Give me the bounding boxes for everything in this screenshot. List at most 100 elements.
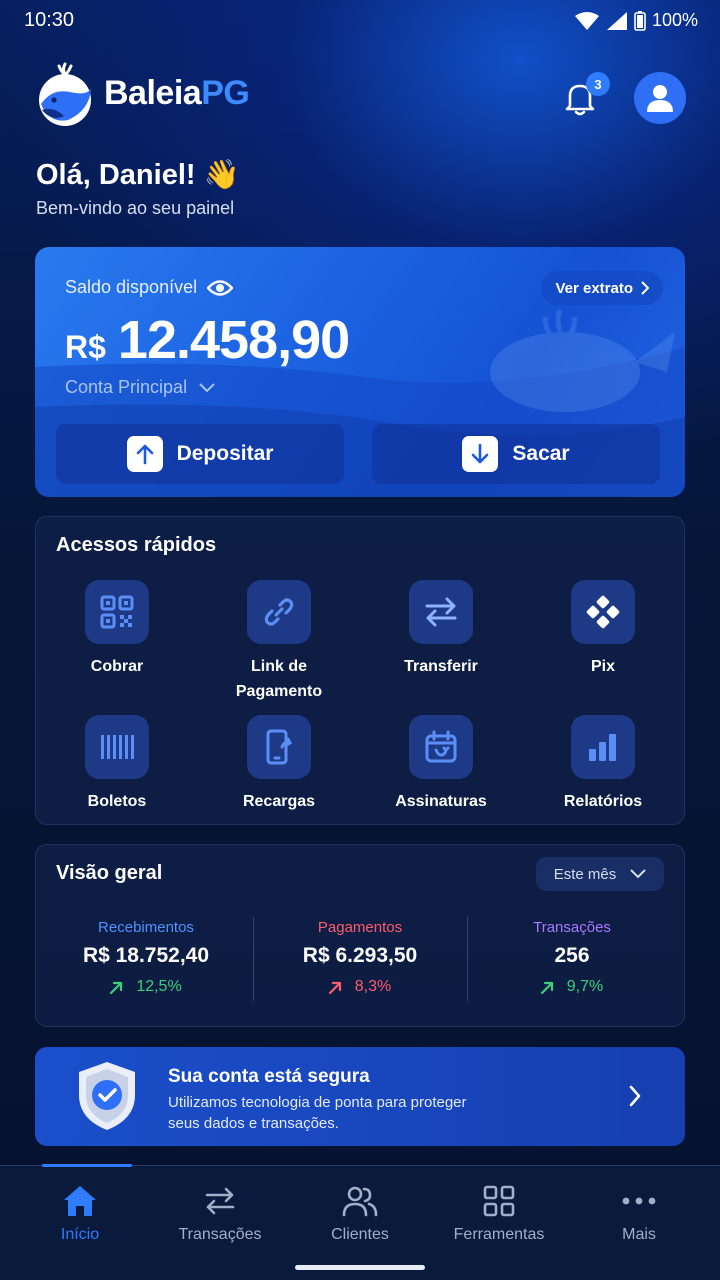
stat-recebimentos: Recebimentos R$ 18.752,40 12,5% (38, 919, 254, 996)
whale-logo-icon (39, 62, 91, 126)
stat-title: Transações (533, 919, 611, 936)
account-name: Conta Principal (65, 377, 188, 397)
quick-action-label: Boletos (87, 793, 147, 810)
security-description: Utilizamos tecnologia de ponta para prot… (168, 1094, 467, 1132)
nav-label: Transações (178, 1226, 262, 1243)
phone-recharge-icon (247, 715, 311, 779)
greeting: Olá, Daniel! 👋 Bem-vindo ao seu painel (36, 158, 240, 219)
nav-label: Ferramentas (453, 1226, 545, 1243)
stat-value: R$ 18.752,40 (82, 944, 210, 967)
nav-label: Mais (622, 1226, 656, 1243)
stat-delta-value: 9,7% (566, 978, 604, 995)
brand-logo[interactable]: BaleiaPG (34, 60, 250, 126)
stat-value: 256 (554, 944, 590, 967)
quick-action-link-pagamento[interactable]: Link de Pagamento (204, 580, 354, 704)
quick-action-cobrar[interactable]: Cobrar (42, 580, 192, 679)
link-icon (247, 580, 311, 644)
nav-label: Clientes (331, 1226, 389, 1243)
stat-delta: 9,7% (464, 978, 680, 996)
statement-button-label: Ver extrato (555, 279, 633, 297)
trend-up-icon (540, 981, 553, 994)
quick-action-transferir[interactable]: Transferir (366, 580, 516, 679)
balance-label-row: Saldo disponível (65, 277, 234, 298)
users-icon (342, 1186, 378, 1217)
quick-action-label: Pix (590, 658, 615, 675)
security-title: Sua conta está segura (168, 1066, 370, 1087)
deposit-label: Depositar (176, 442, 274, 465)
quick-action-boletos[interactable]: Boletos (42, 715, 192, 814)
home-indicator[interactable] (295, 1265, 425, 1270)
grid-icon (483, 1185, 515, 1217)
stat-value: R$ 6.293,50 (302, 944, 418, 967)
eye-icon[interactable] (207, 279, 234, 297)
wifi-icon (574, 11, 599, 30)
nav-label: Início (60, 1226, 100, 1243)
greeting-subtitle: Bem-vindo ao seu painel (36, 198, 235, 218)
swap-icon (205, 1187, 235, 1215)
transfer-icon (409, 580, 473, 644)
stat-pagamentos: Pagamentos R$ 6.293,50 8,3% (252, 919, 468, 996)
avatar[interactable] (634, 72, 686, 124)
stat-delta: 8,3% (252, 978, 468, 996)
home-icon (64, 1186, 96, 1216)
period-select[interactable]: Este mês (536, 857, 664, 891)
quick-action-relatorios[interactable]: Relatórios (528, 715, 678, 814)
pix-icon (571, 580, 635, 644)
stat-title: Pagamentos (317, 919, 403, 936)
nav-item-clientes[interactable]: Clientes (290, 1184, 430, 1244)
chevron-right-icon (629, 1085, 641, 1107)
active-tab-indicator (42, 1164, 132, 1167)
quick-action-label: Recargas (242, 793, 316, 810)
qr-code-icon (85, 580, 149, 644)
deposit-button[interactable]: Depositar (56, 424, 344, 484)
barcode-icon (85, 715, 149, 779)
brand-name: BaleiaPG (104, 73, 250, 113)
user-icon (647, 85, 673, 112)
nav-item-inicio[interactable]: Início (10, 1184, 150, 1244)
quick-access-panel: Acessos rápidos Cobrar Link de Pagamento (35, 516, 685, 825)
quick-action-label: Cobrar (90, 658, 144, 675)
battery-icon (634, 10, 646, 31)
shield-check-icon (79, 1062, 135, 1130)
trend-up-icon (110, 981, 123, 994)
balance-value: 12.458,90 (117, 310, 350, 370)
statement-button[interactable]: Ver extrato (541, 271, 663, 305)
status-bar: 10:30 100% (0, 0, 720, 44)
quick-action-pix[interactable]: Pix (528, 580, 678, 679)
overview-title: Visão geral (56, 862, 163, 884)
quick-action-label: Relatórios (563, 793, 643, 810)
stat-delta: 12,5% (38, 978, 254, 996)
brand-accent: PG (201, 73, 250, 112)
balance-card: Saldo disponível Ver extrato R$ 12.458,9… (35, 247, 685, 497)
nav-item-transacoes[interactable]: Transações (150, 1184, 290, 1244)
stat-title: Recebimentos (98, 919, 194, 936)
stat-transacoes: Transações 256 9,7% (464, 919, 680, 996)
quick-action-label: Transferir (404, 658, 478, 675)
balance-amount: R$ 12.458,90 (65, 309, 350, 371)
quick-action-label: Assinaturas (395, 793, 487, 810)
account-selector[interactable]: Conta Principal (65, 377, 215, 398)
period-value: Este mês (553, 865, 617, 883)
withdraw-button[interactable]: Sacar (372, 424, 660, 484)
quick-action-assinaturas[interactable]: Assinaturas (366, 715, 516, 814)
nav-item-mais[interactable]: Mais (569, 1184, 709, 1244)
chevron-down-icon (630, 869, 646, 879)
quick-access-title: Acessos rápidos (56, 534, 217, 556)
arrow-down-icon (462, 436, 499, 472)
quick-action-label: Link de Pagamento (235, 658, 323, 700)
balance-currency: R$ (65, 329, 106, 365)
signal-icon (606, 11, 627, 30)
status-icons: 100% (574, 10, 698, 31)
bottom-nav: Início Transações Clientes Ferramentas M… (0, 1164, 720, 1280)
trend-down-icon (328, 981, 341, 994)
battery-percent: 100% (651, 10, 698, 30)
status-time: 10:30 (24, 9, 75, 31)
app-header: BaleiaPG 3 (34, 58, 686, 138)
stat-delta-value: 12,5% (136, 978, 182, 995)
security-banner[interactable]: Sua conta está segura Utilizamos tecnolo… (35, 1047, 685, 1146)
nav-item-ferramentas[interactable]: Ferramentas (429, 1184, 569, 1244)
chevron-right-icon (641, 281, 649, 295)
quick-action-recargas[interactable]: Recargas (204, 715, 354, 814)
chevron-down-icon (199, 382, 215, 392)
withdraw-label: Sacar (512, 442, 570, 465)
